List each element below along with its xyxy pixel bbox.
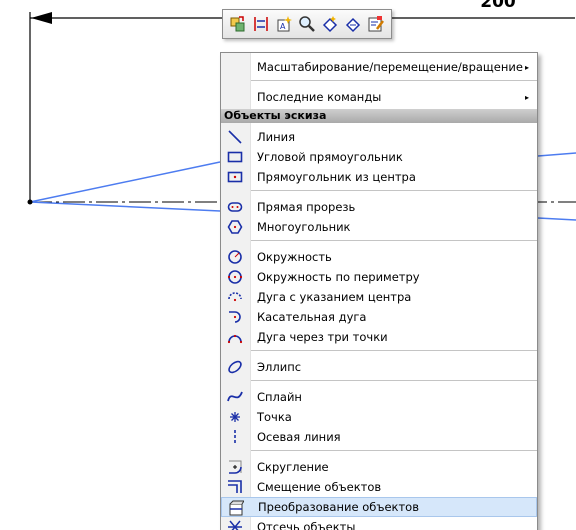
menu-item-three-point-arc[interactable]: Дуга через три точки [221,327,537,347]
menu-item-label: Эллипс [257,360,302,374]
menu-item-fillet[interactable]: Скругление [221,457,537,477]
centerline-icon [226,429,244,445]
polygon-icon [226,219,244,235]
submenu-arrow-icon: ▸ [524,92,529,102]
menu-item-label: Отсечь объекты [257,520,356,530]
menu-item-circle[interactable]: Окружность [221,247,537,267]
three-point-arc-icon [226,329,244,345]
menu-item-point[interactable]: Точка [221,407,537,427]
menu-item-recent-commands[interactable]: Последние команды ▸ [221,87,537,107]
menu-item-label: Дуга с указанием центра [257,290,412,304]
menu-item-label: Масштабирование/перемещение/вращение [257,60,523,74]
display-relations-icon[interactable] [341,13,364,35]
ellipse-icon [226,359,244,375]
section-header: Объекты эскиза [221,109,537,123]
menu-separator [251,80,537,81]
perimeter-circle-icon [226,269,244,285]
point-icon [226,409,244,425]
menu-item-centerline[interactable]: Осевая линия [221,427,537,447]
menu-item-spline[interactable]: Сплайн [221,387,537,407]
component-icon[interactable] [226,13,249,35]
menu-item-label: Прямая прорезь [257,200,356,214]
menu-item-straight-slot[interactable]: Прямая прорезь [221,197,537,217]
menu-item-corner-rectangle[interactable]: Угловой прямоугольник [221,147,537,167]
menu-item-label: Окружность по периметру [257,270,420,284]
menu-item-label: Дуга через три точки [257,330,388,344]
menu-item-tangent-arc[interactable]: Касательная дуга [221,307,537,327]
offset-entities-icon [226,479,244,495]
center-rectangle-icon [226,169,244,185]
context-toolbar: A [222,9,392,39]
context-menu: Масштабирование/перемещение/вращение ▸ П… [220,52,538,530]
menu-item-label: Линия [257,130,296,144]
sketch-line-upper [29,161,221,203]
menu-item-label: Смещение объектов [257,480,382,494]
zoom-icon[interactable] [295,13,318,35]
origin-point[interactable] [27,199,33,205]
menu-item-label: Скругление [257,460,329,474]
fillet-icon [226,459,244,475]
menu-item-label: Угловой прямоугольник [257,150,403,164]
menu-item-label: Окружность [257,250,332,264]
tangent-arc-icon [226,309,244,325]
menu-item-convert-entities[interactable]: Преобразование объектов [221,497,537,517]
menu-item-label: Преобразование объектов [258,500,419,514]
add-relation-icon[interactable]: A [272,13,295,35]
menu-separator [251,380,537,381]
menu-item-label: Последние команды [257,90,382,104]
menu-item-polygon[interactable]: Многоугольник [221,217,537,237]
menu-item-line[interactable]: Линия [221,127,537,147]
menu-separator [251,350,537,351]
dimension-value[interactable]: 200 [468,0,528,12]
slot-icon [226,199,244,215]
menu-item-center-rectangle[interactable]: Прямоугольник из центра [221,167,537,187]
menu-separator [251,240,537,241]
circle-icon [226,249,244,265]
centerpoint-arc-icon [226,289,244,305]
sketch-line-lower [29,201,221,212]
sketch-line-right-upper [537,152,576,157]
menu-item-perimeter-circle[interactable]: Окружность по периметру [221,267,537,287]
menu-item-label: Осевая линия [257,430,341,444]
trim-entities-icon [226,519,244,530]
menu-item-offset-entities[interactable]: Смещение объектов [221,477,537,497]
menu-item-label: Касательная дуга [257,310,367,324]
edit-sketch-icon[interactable] [364,13,387,35]
menu-separator [251,190,537,191]
menu-item-zoom-pan-rotate[interactable]: Масштабирование/перемещение/вращение ▸ [221,57,537,77]
menu-separator [251,450,537,451]
svg-text:A: A [280,22,286,31]
menu-item-label: Точка [257,410,292,424]
mirror-entities-icon[interactable] [249,13,272,35]
menu-item-trim-entities[interactable]: Отсечь объекты [221,517,537,530]
smart-dimension-icon[interactable] [318,13,341,35]
menu-item-ellipse[interactable]: Эллипс [221,357,537,377]
convert-entities-icon [227,500,245,516]
menu-item-label: Прямоугольник из центра [257,170,416,184]
rectangle-icon [226,149,244,165]
menu-item-label: Сплайн [257,390,302,404]
dimension-arrow [31,12,52,24]
line-icon [226,129,244,145]
sketch-line-right-lower [537,217,576,221]
menu-item-label: Многоугольник [257,220,351,234]
menu-item-centerpoint-arc[interactable]: Дуга с указанием центра [221,287,537,307]
submenu-arrow-icon: ▸ [524,62,529,72]
spline-icon [226,389,244,405]
